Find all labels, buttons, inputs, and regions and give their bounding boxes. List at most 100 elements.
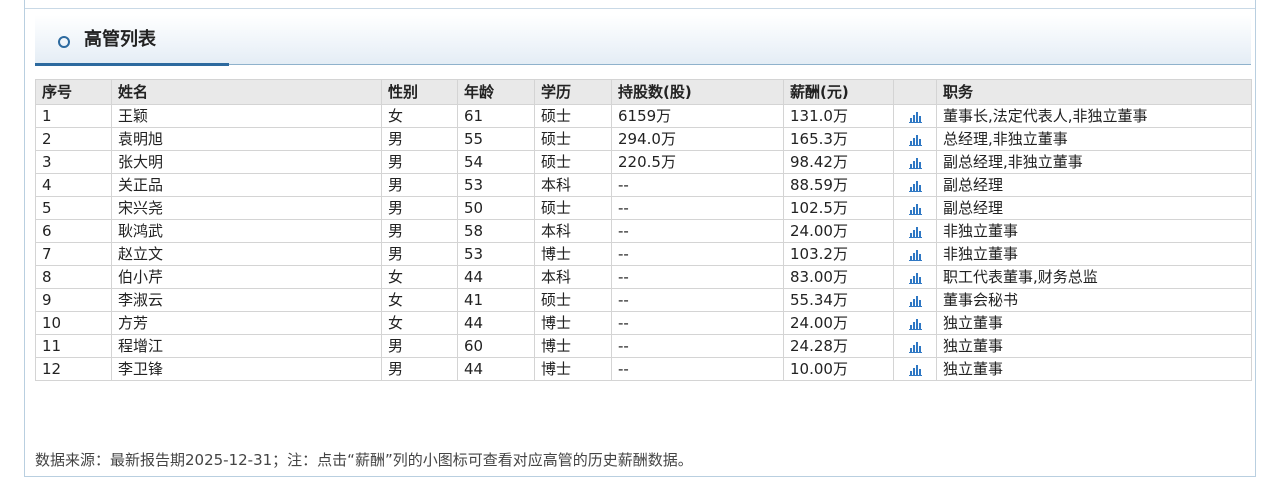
cell-shares: -- <box>611 357 784 381</box>
column-header-salary-chart <box>893 79 937 105</box>
cell-position: 副总经理,非独立董事 <box>936 150 1252 174</box>
salary-chart-cell <box>893 150 937 174</box>
executive-panel: 高管列表 序号 姓名 性别 年龄 学历 持股数(股) 薪酬(元) 职务 1 王颖女 61 硕士 615… <box>24 0 1256 477</box>
cell-education: 硕士 <box>534 104 612 128</box>
cell-age: 53 <box>457 242 535 266</box>
cell-salary: 103.2万 <box>783 242 894 266</box>
salary-chart-cell <box>893 127 937 151</box>
bar-chart-icon[interactable] <box>908 341 922 353</box>
cell-name: 关正品 <box>111 173 382 197</box>
cell-age: 44 <box>457 265 535 289</box>
cell-position: 副总经理 <box>936 173 1252 197</box>
cell-position: 职工代表董事,财务总监 <box>936 265 1252 289</box>
cell-index: 2 <box>35 127 112 151</box>
cell-education: 硕士 <box>534 196 612 220</box>
cell-position: 副总经理 <box>936 196 1252 220</box>
bar-chart-icon[interactable] <box>908 111 922 123</box>
salary-chart-cell <box>893 219 937 243</box>
cell-gender: 女 <box>381 288 458 312</box>
cell-education: 本科 <box>534 173 612 197</box>
cell-index: 7 <box>35 242 112 266</box>
cell-salary: 24.00万 <box>783 219 894 243</box>
table-header-row: 序号 姓名 性别 年龄 学历 持股数(股) 薪酬(元) 职务 <box>35 79 1252 105</box>
cell-name: 赵立文 <box>111 242 382 266</box>
bar-chart-icon[interactable] <box>908 203 922 215</box>
column-header-education: 学历 <box>534 79 612 105</box>
cell-shares: -- <box>611 265 784 289</box>
table-row: 9 李淑云女 41 硕士 -- 55.34万 董事会秘书 <box>35 288 1252 312</box>
cell-name: 宋兴尧 <box>111 196 382 220</box>
cell-education: 硕士 <box>534 127 612 151</box>
cell-index: 6 <box>35 219 112 243</box>
table-row: 1 王颖女 61 硕士 6159万 131.0万 董事长,法定代表人,非独立董事 <box>35 104 1252 128</box>
cell-age: 53 <box>457 173 535 197</box>
cell-age: 50 <box>457 196 535 220</box>
salary-chart-cell <box>893 242 937 266</box>
cell-education: 博士 <box>534 311 612 335</box>
column-header-name: 姓名 <box>111 79 382 105</box>
cell-age: 44 <box>457 311 535 335</box>
cell-shares: -- <box>611 196 784 220</box>
cell-gender: 女 <box>381 311 458 335</box>
cell-index: 12 <box>35 357 112 381</box>
table-row: 7 赵立文男 53 博士 -- 103.2万 非独立董事 <box>35 242 1252 266</box>
cell-index: 5 <box>35 196 112 220</box>
column-header-position: 职务 <box>936 79 1252 105</box>
executive-table: 序号 姓名 性别 年龄 学历 持股数(股) 薪酬(元) 职务 1 王颖女 61 硕士 6159万 131… <box>35 79 1252 381</box>
circle-icon <box>58 36 70 48</box>
bar-chart-icon[interactable] <box>908 249 922 261</box>
cell-shares: 6159万 <box>611 104 784 128</box>
cell-salary: 165.3万 <box>783 127 894 151</box>
cell-name: 方芳 <box>111 311 382 335</box>
panel-top-divider <box>25 8 1255 9</box>
bar-chart-icon[interactable] <box>908 180 922 192</box>
bar-chart-icon[interactable] <box>908 157 922 169</box>
cell-education: 博士 <box>534 242 612 266</box>
table-body: 1 王颖女 61 硕士 6159万 131.0万 董事长,法定代表人,非独立董事 2 袁明旭男 5… <box>35 104 1252 381</box>
cell-education: 硕士 <box>534 150 612 174</box>
column-header-shares: 持股数(股) <box>611 79 784 105</box>
cell-gender: 女 <box>381 265 458 289</box>
cell-index: 11 <box>35 334 112 358</box>
cell-name: 李卫锋 <box>111 357 382 381</box>
cell-salary: 10.00万 <box>783 357 894 381</box>
cell-name: 伯小芹 <box>111 265 382 289</box>
bar-chart-icon[interactable] <box>908 364 922 376</box>
cell-salary: 131.0万 <box>783 104 894 128</box>
cell-position: 独立董事 <box>936 357 1252 381</box>
cell-salary: 102.5万 <box>783 196 894 220</box>
cell-age: 54 <box>457 150 535 174</box>
cell-position: 总经理,非独立董事 <box>936 127 1252 151</box>
cell-index: 8 <box>35 265 112 289</box>
cell-age: 55 <box>457 127 535 151</box>
salary-chart-cell <box>893 173 937 197</box>
table-row: 8 伯小芹女 44 本科 -- 83.00万 职工代表董事,财务总监 <box>35 265 1252 289</box>
bar-chart-icon[interactable] <box>908 295 922 307</box>
bar-chart-icon[interactable] <box>908 272 922 284</box>
bar-chart-icon[interactable] <box>908 226 922 238</box>
footnote: 数据来源：最新报告期2025-12-31；注：点击“薪酬”列的小图标可查看对应高… <box>35 451 693 469</box>
cell-index: 1 <box>35 104 112 128</box>
cell-age: 58 <box>457 219 535 243</box>
cell-shares: -- <box>611 242 784 266</box>
cell-gender: 男 <box>381 219 458 243</box>
cell-shares: -- <box>611 219 784 243</box>
cell-position: 独立董事 <box>936 334 1252 358</box>
cell-position: 非独立董事 <box>936 219 1252 243</box>
bar-chart-icon[interactable] <box>908 318 922 330</box>
cell-education: 博士 <box>534 334 612 358</box>
cell-gender: 男 <box>381 357 458 381</box>
section-title: 高管列表 <box>84 29 156 50</box>
bar-chart-icon[interactable] <box>908 134 922 146</box>
cell-gender: 男 <box>381 196 458 220</box>
cell-position: 独立董事 <box>936 311 1252 335</box>
cell-education: 本科 <box>534 219 612 243</box>
salary-chart-cell <box>893 357 937 381</box>
cell-index: 10 <box>35 311 112 335</box>
cell-age: 44 <box>457 357 535 381</box>
cell-index: 3 <box>35 150 112 174</box>
cell-gender: 女 <box>381 104 458 128</box>
table-row: 4 关正品男 53 本科 -- 88.59万 副总经理 <box>35 173 1252 197</box>
section-header-accent <box>35 63 229 66</box>
cell-salary: 83.00万 <box>783 265 894 289</box>
